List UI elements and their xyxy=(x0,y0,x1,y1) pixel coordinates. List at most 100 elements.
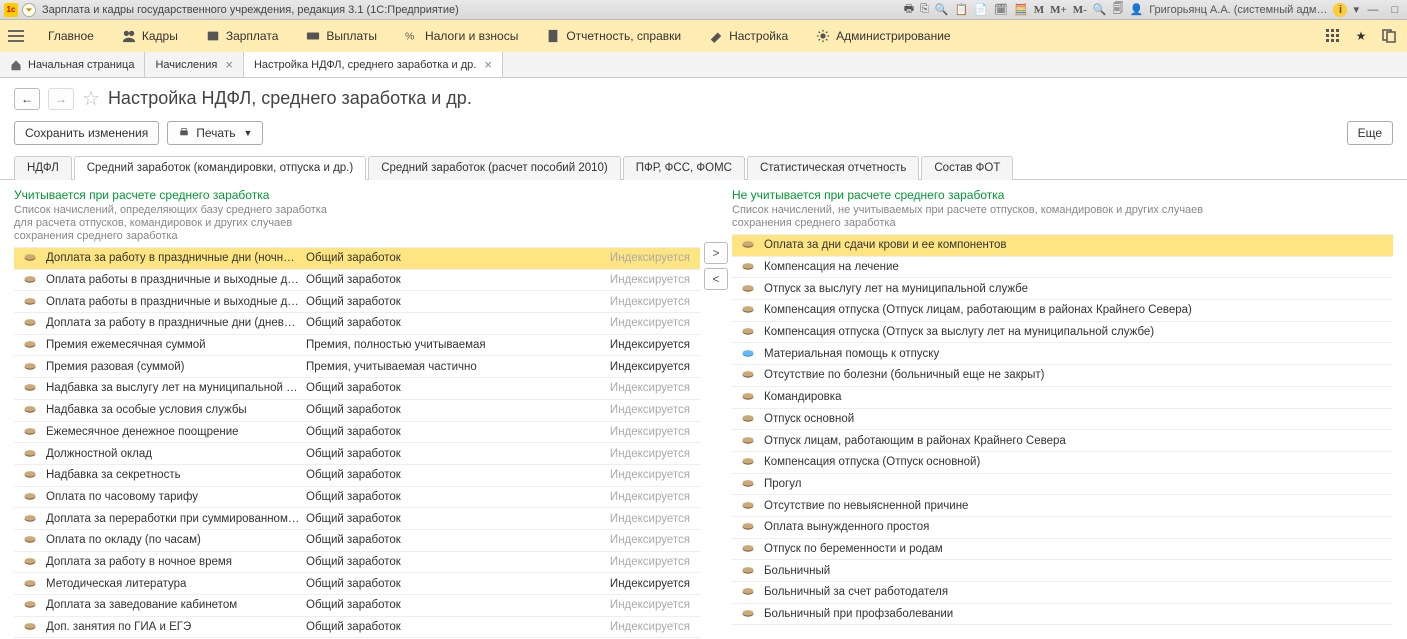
itab-stat[interactable]: Статистическая отчетность xyxy=(747,156,919,180)
table-row[interactable]: Премия ежемесячная суммойПремия, полност… xyxy=(14,335,700,357)
user-name[interactable]: Григорьянц А.А. (системный адм… xyxy=(1149,4,1327,16)
more-button[interactable]: Еще xyxy=(1347,121,1393,145)
table-row[interactable]: Больничный xyxy=(732,560,1393,582)
table-row[interactable]: Отсутствие по болезни (больничный еще не… xyxy=(732,365,1393,387)
table-row[interactable]: Надбавка за секретностьОбщий заработокИн… xyxy=(14,465,700,487)
itab-fot[interactable]: Состав ФОТ xyxy=(921,156,1013,180)
menu-admin[interactable]: Администрирование xyxy=(802,29,964,43)
m-minus-icon[interactable]: M- xyxy=(1073,4,1087,16)
table-row[interactable]: Доплата за работу в праздничные дни (ноч… xyxy=(14,248,700,270)
tab-ndfl-settings[interactable]: Настройка НДФЛ, среднего заработка и др.… xyxy=(244,52,503,77)
itab-ndfl[interactable]: НДФЛ xyxy=(14,156,72,180)
burger-icon[interactable] xyxy=(4,24,28,48)
toolbar-icon[interactable]: 📄 xyxy=(974,3,988,16)
dropdown-icon[interactable]: ▾ xyxy=(1353,3,1359,16)
menu-kadry[interactable]: Кадры xyxy=(108,29,192,43)
print-button[interactable]: Печать▼ xyxy=(167,121,263,145)
row-icon xyxy=(14,622,46,632)
row-category: Общий заработок xyxy=(306,621,502,633)
table-row[interactable]: Компенсация отпуска (Отпуск лицам, работ… xyxy=(732,300,1393,322)
history-icon[interactable] xyxy=(1377,24,1401,48)
toolbar-icon[interactable]: ⎘ xyxy=(920,3,929,16)
table-row[interactable]: Ежемесячное денежное поощрениеОбщий зара… xyxy=(14,422,700,444)
table-row[interactable]: Доп. занятия по ГИА и ЕГЭОбщий заработок… xyxy=(14,617,700,639)
table-row[interactable]: Компенсация отпуска (Отпуск основной) xyxy=(732,452,1393,474)
itab-avg-earnings[interactable]: Средний заработок (командировки, отпуска… xyxy=(74,156,366,180)
table-row[interactable]: Командировка xyxy=(732,387,1393,409)
row-icon xyxy=(14,470,46,480)
close-icon[interactable]: × xyxy=(484,57,492,72)
menu-nalogi[interactable]: %Налоги и взносы xyxy=(391,29,532,43)
table-row[interactable]: Доплата за переработки при суммированном… xyxy=(14,508,700,530)
table-row[interactable]: Премия разовая (суммой)Премия, учитываем… xyxy=(14,356,700,378)
table-row[interactable]: Отсутствие по невыясненной причине xyxy=(732,495,1393,517)
table-row[interactable]: Надбавка за выслугу лет на муниципальной… xyxy=(14,378,700,400)
favorite-star-icon[interactable]: ☆ xyxy=(82,86,100,111)
toolbar-icon[interactable]: 🔍 xyxy=(935,3,949,16)
apps-icon[interactable] xyxy=(1321,24,1345,48)
row-icon xyxy=(14,340,46,350)
menu-vyplaty[interactable]: Выплаты xyxy=(292,29,391,43)
forward-button[interactable]: → xyxy=(48,88,74,110)
table-row[interactable]: Должностной окладОбщий заработокИндексир… xyxy=(14,443,700,465)
m-icon[interactable]: M xyxy=(1034,4,1044,16)
table-row[interactable]: Компенсация отпуска (Отпуск за выслугу л… xyxy=(732,322,1393,344)
left-grid-body[interactable]: Доплата за работу в праздничные дни (ноч… xyxy=(14,247,700,639)
toolbar-icon[interactable]: 🗐 xyxy=(1113,0,1124,19)
info-icon[interactable]: i xyxy=(1333,3,1347,17)
table-row[interactable]: Компенсация на лечение xyxy=(732,257,1393,279)
row-name: Больничный при профзаболевании xyxy=(764,608,1393,620)
table-row[interactable]: Оплата по окладу (по часам)Общий заработ… xyxy=(14,530,700,552)
m-plus-icon[interactable]: M+ xyxy=(1050,4,1067,16)
toolbar-icon[interactable]: 🖶 xyxy=(904,0,914,19)
minimize-icon[interactable]: — xyxy=(1365,4,1381,16)
table-row[interactable]: Материальная помощь к отпуску xyxy=(732,343,1393,365)
table-row[interactable]: Доплата за работу в ночное времяОбщий за… xyxy=(14,552,700,574)
right-grid-body[interactable]: Оплата за дни сдачи крови и ее компонент… xyxy=(732,234,1393,626)
table-row[interactable]: Оплата вынужденного простоя xyxy=(732,517,1393,539)
itab-pfr[interactable]: ПФР, ФСС, ФОМС xyxy=(623,156,745,180)
table-row[interactable]: Оплата работы в праздничные и выходные д… xyxy=(14,291,700,313)
dropdown-icon[interactable] xyxy=(22,3,36,17)
star-icon[interactable]: ★ xyxy=(1349,24,1373,48)
itab-avg-2010[interactable]: Средний заработок (расчет пособий 2010) xyxy=(368,156,621,180)
table-row[interactable]: Оплата по часовому тарифуОбщий заработок… xyxy=(14,487,700,509)
calendar-icon[interactable]: 🗓 xyxy=(994,3,1008,16)
back-button[interactable]: ← xyxy=(14,88,40,110)
table-row[interactable]: Отпуск по беременности и родам xyxy=(732,539,1393,561)
move-right-button[interactable]: > xyxy=(704,242,728,264)
row-category: Общий заработок xyxy=(306,578,502,590)
row-icon xyxy=(14,405,46,415)
table-row[interactable]: Отпуск основной xyxy=(732,409,1393,431)
calc-icon[interactable]: 🧮 xyxy=(1014,3,1028,16)
table-row[interactable]: Надбавка за особые условия службыОбщий з… xyxy=(14,400,700,422)
save-button[interactable]: Сохранить изменения xyxy=(14,121,159,145)
tab-accruals[interactable]: Начисления× xyxy=(145,52,244,77)
inner-tabs: НДФЛ Средний заработок (командировки, от… xyxy=(0,155,1407,180)
user-icon[interactable]: 👤 xyxy=(1130,3,1144,16)
table-row[interactable]: Больничный за счет работодателя xyxy=(732,582,1393,604)
menu-settings[interactable]: Настройка xyxy=(695,29,802,43)
table-row[interactable]: Оплата за дни сдачи крови и ее компонент… xyxy=(732,235,1393,257)
table-row[interactable]: Доплата за работу в праздничные дни (дне… xyxy=(14,313,700,335)
menu-otchet[interactable]: Отчетность, справки xyxy=(532,29,695,43)
toolbar-icon[interactable]: 📋 xyxy=(955,3,969,16)
menu-zarplata[interactable]: Зарплата xyxy=(192,29,293,43)
table-row[interactable]: Больничный при профзаболевании xyxy=(732,604,1393,626)
table-row[interactable]: Методическая литератураОбщий заработокИн… xyxy=(14,573,700,595)
row-index: Индексируется xyxy=(502,404,700,416)
table-row[interactable]: Доплата за заведование кабинетомОбщий за… xyxy=(14,595,700,617)
menu-main[interactable]: Главное xyxy=(34,29,108,43)
row-name: Больничный за счет работодателя xyxy=(764,586,1393,598)
table-row[interactable]: Отпуск лицам, работающим в районах Крайн… xyxy=(732,430,1393,452)
table-row[interactable]: Отпуск за выслугу лет на муниципальной с… xyxy=(732,278,1393,300)
table-row[interactable]: Прогул xyxy=(732,474,1393,496)
row-icon xyxy=(14,427,46,437)
table-row[interactable]: Оплата работы в праздничные и выходные д… xyxy=(14,270,700,292)
move-left-button[interactable]: < xyxy=(704,268,728,290)
maximize-icon[interactable]: □ xyxy=(1387,4,1403,16)
right-column: Не учитывается при расчете среднего зара… xyxy=(732,188,1393,639)
close-icon[interactable]: × xyxy=(225,57,233,72)
tab-home[interactable]: Начальная страница xyxy=(0,52,145,77)
zoom-icon[interactable]: 🔍 xyxy=(1093,3,1107,16)
